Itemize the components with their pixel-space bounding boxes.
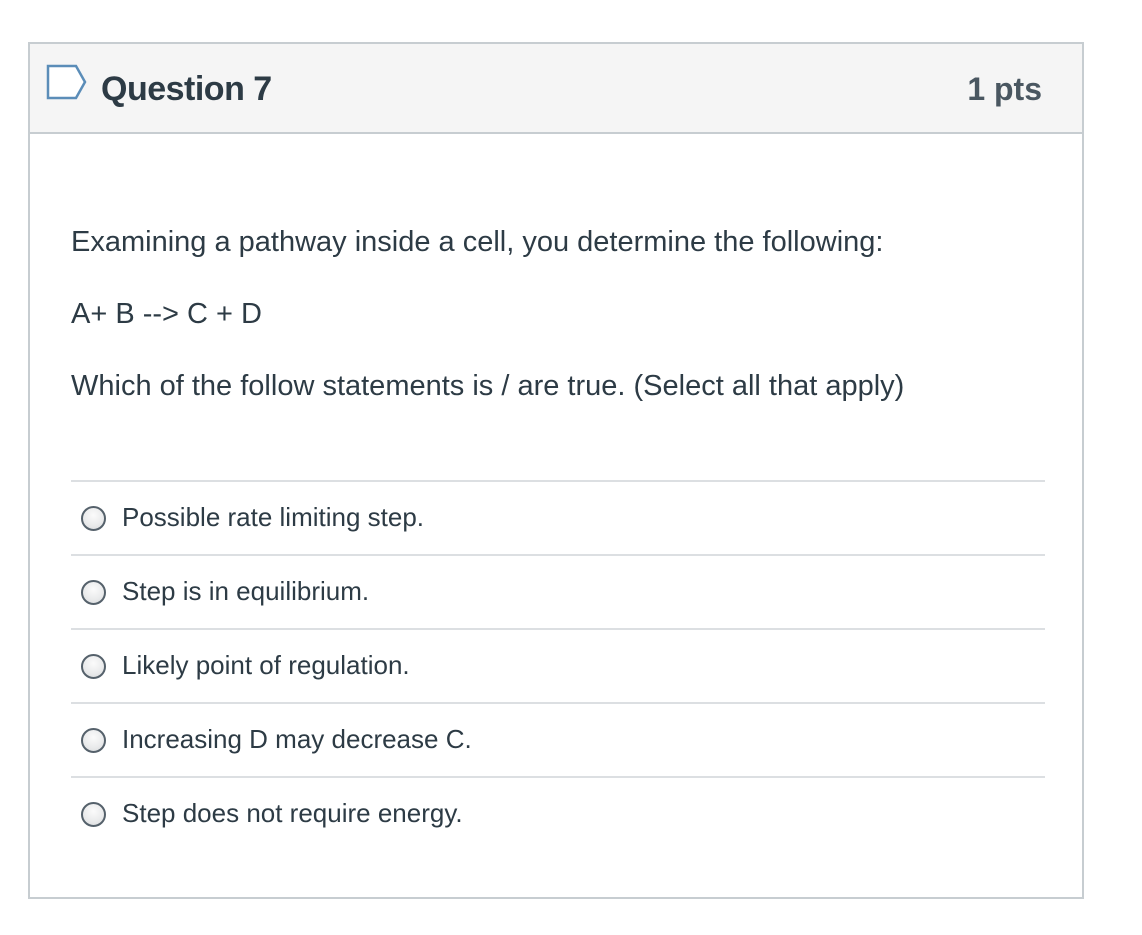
question-card: Question 7 1 pts Examining a pathway ins…: [28, 42, 1084, 899]
question-header: Question 7 1 pts: [30, 44, 1082, 134]
question-instruction: Which of the follow statements is / are …: [71, 370, 905, 402]
answer-checkbox[interactable]: [81, 506, 106, 531]
answer-option[interactable]: Likely point of regulation.: [71, 628, 1045, 702]
question-points: 1 pts: [967, 71, 1042, 107]
answer-label[interactable]: Step does not require energy.: [122, 795, 463, 831]
question-prompt-line: Examining a pathway inside a cell, you d…: [71, 226, 884, 258]
reaction-equation: A+ B --> C + D: [71, 298, 262, 330]
answer-option[interactable]: Step does not require energy.: [71, 776, 1045, 850]
answer-checkbox[interactable]: [81, 802, 106, 827]
answer-option[interactable]: Increasing D may decrease C.: [71, 702, 1045, 776]
answer-option[interactable]: Step is in equilibrium.: [71, 554, 1045, 628]
answer-list: Possible rate limiting step. Step is in …: [71, 480, 1045, 850]
answer-label[interactable]: Possible rate limiting step.: [122, 499, 424, 535]
answer-label[interactable]: Step is in equilibrium.: [122, 573, 369, 609]
answer-checkbox[interactable]: [81, 580, 106, 605]
answer-option[interactable]: Possible rate limiting step.: [71, 480, 1045, 554]
answer-checkbox[interactable]: [81, 728, 106, 753]
answer-label[interactable]: Likely point of regulation.: [122, 647, 410, 683]
question-title: Question 7: [101, 70, 272, 108]
flag-outline-icon[interactable]: [46, 64, 88, 100]
answer-label[interactable]: Increasing D may decrease C.: [122, 721, 472, 757]
answer-checkbox[interactable]: [81, 654, 106, 679]
